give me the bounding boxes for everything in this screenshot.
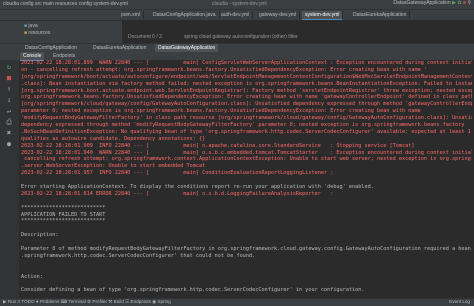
- editor-breadcrumb: spring cloud gateway autoconfiguration (…: [184, 34, 298, 40]
- search-icon[interactable]: ⚲: [467, 0, 471, 6]
- window-title: cloudia - system-dev.yml: [212, 1, 267, 7]
- folder-icon: ■: [24, 23, 28, 29]
- soft-wrap-icon[interactable]: ↵: [5, 107, 13, 115]
- tab-gateway-dev[interactable]: gateway-dev.yml: [256, 11, 301, 19]
- console-line: .server.WebServerException: Unable to st…: [21, 163, 206, 170]
- console-line: Description:: [21, 232, 59, 239]
- pin-icon[interactable]: ●: [5, 140, 13, 148]
- tab-endpoints[interactable]: Endpoints: [50, 52, 78, 60]
- tab-config-application[interactable]: DatasConfigApplication.java: [150, 11, 220, 19]
- stop-icon[interactable]: ■: [5, 74, 13, 82]
- console-line: APPLICATION FAILED TO START: [21, 211, 106, 218]
- run-tab-eureka[interactable]: DatasEurekaApplication: [90, 44, 149, 52]
- run-icon[interactable]: ▶: [452, 0, 456, 6]
- print-icon[interactable]: ⎙: [5, 118, 13, 126]
- console-line: [org.springframework.boot.actuate.endpoi…: [21, 87, 472, 94]
- run-toolbar: ↻ ■ ↑ ↓ ↵ ⎙ ✖ ●: [0, 60, 19, 298]
- tool-window-buttons[interactable]: ▶ Run ≡ TODO ● Problems ⌨ Terminal ⚙ Pro…: [3, 299, 171, 305]
- stop-icon[interactable]: ■: [463, 0, 466, 6]
- document-indicator: Document 0 / 2: [128, 34, 162, 40]
- folder-icon: ■: [24, 30, 28, 36]
- console-line: Error starting ApplicationContext. To di…: [21, 184, 374, 191]
- console-line: ***************************: [21, 218, 106, 225]
- tree-item-java[interactable]: ■ java: [24, 23, 38, 29]
- rerun-icon[interactable]: ↻: [5, 63, 13, 71]
- console-line: 2023-02-22 18:28:01.899 WARN 22840 --- […: [21, 60, 472, 66]
- console-line: .springframework.http.codec.ServerCodecC…: [21, 252, 256, 259]
- console-line: .class]: Bean instantiation via factory …: [21, 80, 472, 87]
- console-line: ***************************: [21, 204, 106, 211]
- breadcrumb: cloudia config src main resources config…: [3, 1, 128, 7]
- console-line: .NoSuchBeanDefinitionException: No quali…: [21, 128, 472, 135]
- console-line: 2023-02-22 18:28:01.909 INFO 22840 --- […: [21, 142, 415, 149]
- run-config-selector[interactable]: DatasGatewayApplication ▶ ✿ ■ ⚲: [393, 0, 471, 6]
- tab-system-dev[interactable]: system-dev.yml: [302, 11, 344, 20]
- tab-pom[interactable]: pom.xml: [118, 11, 144, 19]
- event-log-button[interactable]: Event Log: [449, 299, 470, 304]
- console-line: 'modifyRequestBodyGatewayFilterFactory' …: [21, 115, 472, 122]
- tab-eureka-application[interactable]: DatasEurekaApplication: [350, 11, 411, 19]
- scroll-down-icon[interactable]: ↓: [5, 96, 13, 104]
- console-line: [org/springframework/boot/actuate/autoco…: [21, 73, 472, 80]
- console-line: on - cancelling refresh attempt: org.spr…: [21, 66, 428, 73]
- console-output[interactable]: 2023-02-22 18:28:01.899 WARN 22840 --- […: [21, 60, 472, 298]
- console-line: Parameter 0 of method modifyRequestBodyG…: [21, 246, 472, 253]
- scroll-up-icon[interactable]: ↑: [5, 85, 13, 93]
- project-tree: ■ java ■ resources: [0, 21, 122, 43]
- console-line: [org/springframework/cloud/gateway/confi…: [21, 101, 472, 108]
- run-tool-window-tabs: DatasConfigApplication DatasEurekaApplic…: [0, 43, 474, 53]
- console-line: dependency expressed through method 'mod…: [21, 122, 465, 129]
- console-line: cancelling refresh attempt: org.springfr…: [24, 156, 472, 163]
- run-config-label: DatasGatewayApplication: [393, 0, 451, 6]
- debug-icon[interactable]: ✿: [457, 0, 461, 6]
- clear-icon[interactable]: ✖: [5, 129, 13, 137]
- tree-item-resources[interactable]: ■ resources: [24, 30, 50, 36]
- run-sub-tabs: Console Endpoints: [0, 52, 474, 61]
- console-line: Action:: [21, 273, 43, 280]
- title-bar: cloudia config src main resources config…: [0, 0, 474, 10]
- console-line: parameter 0; nested exception is org.spr…: [21, 108, 421, 115]
- tab-auth-dev[interactable]: auth-dev.yml: [218, 11, 254, 19]
- console-line: Consider defining a bean of type 'org.sp…: [21, 287, 365, 294]
- console-line: qualifies as autowire candidate. Depende…: [21, 135, 206, 142]
- console-line: org.springframework.beans.factory.Unsati…: [21, 94, 472, 101]
- editor-tab-bar: pom.xml DatasConfigApplication.java auth…: [0, 10, 474, 20]
- console-line: 2023-02-22 18:28:01.940 WARN 22840 --- […: [21, 149, 472, 156]
- console-line: 2023-02-22 18:28:01.957 INFO 22840 --- […: [21, 170, 334, 177]
- editor-area: Document 0 / 2 spring cloud gateway auto…: [122, 21, 474, 43]
- run-tab-config[interactable]: DatasConfigApplication: [22, 44, 80, 52]
- console-line: 2023-02-22 18:28:01.614 ERROR 22840 --- …: [21, 190, 334, 197]
